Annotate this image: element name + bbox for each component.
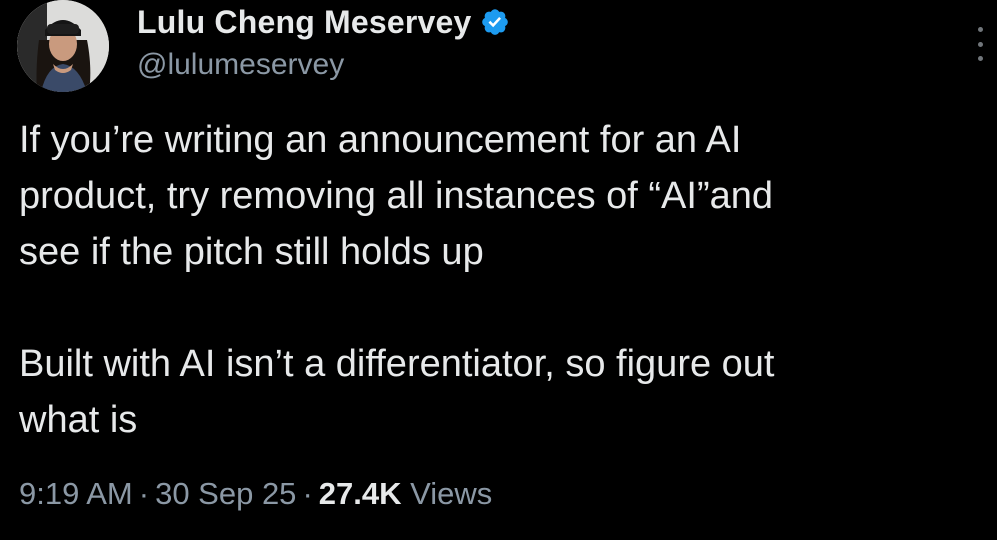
tweet-header: Lulu Cheng Meservey @lulumeservey [137,2,897,82]
name-row: Lulu Cheng Meservey [137,2,897,42]
avatar[interactable] [17,0,109,92]
more-vertical-icon[interactable] [970,24,990,64]
tweet-paragraph-2: Built with AI isn’t a differentiator, so… [19,343,775,441]
more-dot [977,27,983,32]
tweet-time[interactable]: 9:19 AM [19,476,133,511]
tweet-text: If you’re writing an announcement for an… [19,112,979,448]
tweet-paragraph-1: If you’re writing an announcement for an… [19,119,774,273]
tweet-date[interactable]: 30 Sep 25 [155,476,296,511]
meta-separator: · [302,476,313,511]
more-dot [977,41,983,47]
views-count: 27.4K [318,476,402,511]
avatar-photo [17,0,109,92]
author-display-name[interactable]: Lulu Cheng Meservey [137,4,472,41]
author-handle[interactable]: @lulumeservey [137,48,897,82]
tweet-card: Lulu Cheng Meservey @lulumeservey If you… [0,0,997,540]
more-dot [977,56,983,61]
views-label: Views [410,476,493,511]
tweet-meta: 9:19 AM · 30 Sep 25 · 27.4K Views [19,476,492,512]
verified-badge-icon [480,7,510,37]
meta-separator: · [138,476,150,511]
